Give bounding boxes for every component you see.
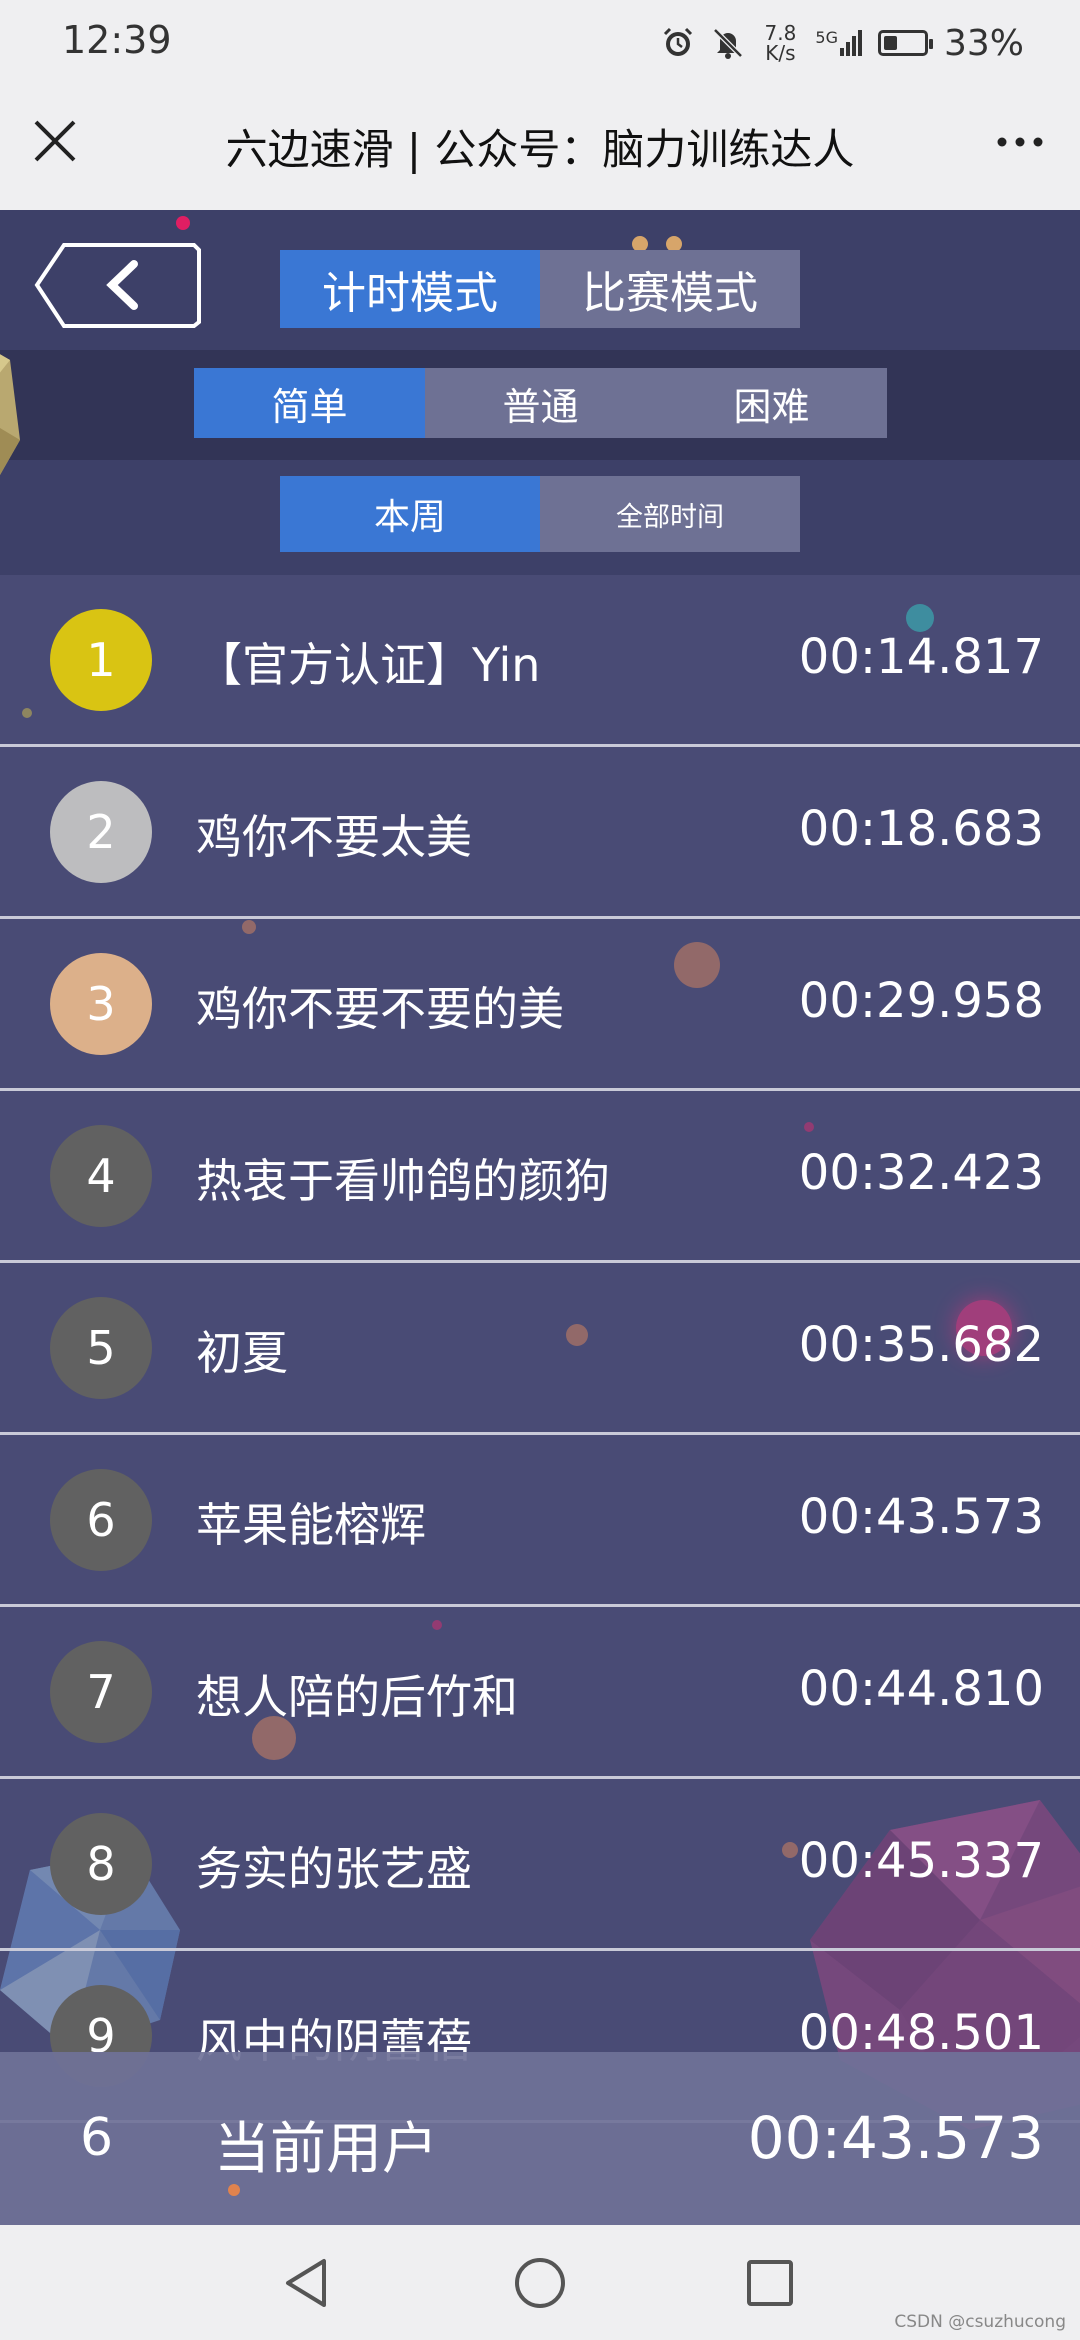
status-time: 12:39 [62, 18, 172, 62]
title-bar: 六边速滑 | 公众号：脑力训练达人 [0, 84, 1080, 211]
player-time: 00:18.683 [798, 801, 1044, 857]
leaderboard-row: 4 热衷于看帅鸽的颜狗 00:32.423 [0, 1091, 1080, 1263]
signal-icon: 5G [815, 30, 862, 56]
back-triangle-icon[interactable] [280, 2255, 336, 2311]
leaderboard-row: 7 想人陪的后竹和 00:44.810 [0, 1607, 1080, 1779]
close-icon[interactable] [28, 114, 82, 168]
alarm-icon [664, 27, 693, 56]
watermark: CSDN @csuzhucong [894, 2312, 1066, 2332]
rank-badge: 2 [50, 781, 152, 883]
player-time: 00:14.817 [798, 629, 1044, 685]
mode-tabs: 计时模式 比赛模式 [280, 250, 800, 328]
battery-fill [883, 36, 897, 50]
status-bar: 12:39 7.8 K/s 5G 33% [0, 0, 1080, 84]
page-title: 六边速滑 | 公众号：脑力训练达人 [225, 125, 855, 174]
leaderboard-row: 6 苹果能榕辉 00:43.573 [0, 1435, 1080, 1607]
player-name: 务实的张艺盛 [196, 1842, 472, 1896]
rank-badge: 4 [50, 1125, 152, 1227]
rank-badge: 8 [50, 1813, 152, 1915]
player-name: 苹果能榕辉 [196, 1498, 426, 1552]
tab-normal[interactable]: 普通 [425, 368, 656, 438]
net-speed-unit: K/s [765, 41, 796, 65]
battery-icon [877, 30, 933, 56]
tab-easy[interactable]: 简单 [194, 368, 425, 438]
back-arrow-icon [106, 260, 138, 310]
period-tabs: 本周 全部时间 [280, 476, 800, 552]
player-name: 鸡你不要太美 [196, 810, 472, 864]
player-name: 鸡你不要不要的美 [196, 982, 564, 1036]
current-user-name: 当前用户 [214, 2117, 438, 2182]
player-name: 想人陪的后竹和 [196, 1670, 518, 1724]
gold-planet-decoration [0, 354, 20, 475]
player-time: 00:32.423 [798, 1145, 1044, 1201]
player-time: 00:35.682 [798, 1317, 1044, 1373]
back-button[interactable] [34, 242, 202, 328]
difficulty-tabs: 简单 普通 困难 [194, 368, 887, 438]
leaderboard-row: 8 务实的张艺盛 00:45.337 [0, 1779, 1080, 1951]
player-time: 00:29.958 [798, 973, 1044, 1029]
rank-badge: 3 [50, 953, 152, 1055]
leaderboard-row: 3 鸡你不要不要的美 00:29.958 [0, 919, 1080, 1091]
system-nav-bar: CSDN @csuzhucong [0, 2225, 1080, 2340]
particle-decoration [176, 216, 190, 230]
recents-square-icon[interactable] [742, 2255, 798, 2311]
battery-percent: 33% [943, 22, 1024, 64]
net-speed: 7.8 K/s [761, 23, 799, 63]
tab-this-week[interactable]: 本周 [280, 476, 540, 552]
leaderboard-row: 2 鸡你不要太美 00:18.683 [0, 747, 1080, 919]
current-user-time: 00:43.573 [747, 2104, 1044, 2172]
player-name: 【官方认证】Yin [196, 638, 541, 692]
particle-decoration [228, 2184, 240, 2196]
current-user-bar: 6 当前用户 00:43.573 [0, 2052, 1080, 2225]
leaderboard-row: 5 初夏 00:35.682 [0, 1263, 1080, 1435]
rank-badge: 1 [50, 609, 152, 711]
signal-label: 5G [815, 28, 838, 47]
player-time: 00:43.573 [798, 1489, 1044, 1545]
tab-all-time[interactable]: 全部时间 [540, 476, 800, 552]
status-icons: 7.8 K/s 5G 33% [661, 18, 1024, 68]
net-speed-value: 7.8 [764, 21, 797, 45]
player-time: 00:45.337 [798, 1833, 1044, 1889]
current-user-rank: 6 [80, 2108, 114, 2168]
leaderboard-list[interactable]: 1 【官方认证】Yin 00:14.817 2 鸡你不要太美 00:18.683… [0, 575, 1080, 2123]
mute-icon [713, 28, 744, 59]
player-name: 初夏 [196, 1326, 288, 1380]
player-time: 00:44.810 [798, 1661, 1044, 1717]
tab-race-mode[interactable]: 比赛模式 [540, 250, 800, 328]
home-circle-icon[interactable] [512, 2255, 568, 2311]
player-name: 热衷于看帅鸽的颜狗 [196, 1154, 610, 1208]
more-icon[interactable] [990, 112, 1050, 172]
rank-badge: 5 [50, 1297, 152, 1399]
rank-badge: 7 [50, 1641, 152, 1743]
tab-hard[interactable]: 困难 [656, 368, 887, 438]
game-canvas: 计时模式 比赛模式 简单 普通 困难 本周 全部时间 1 【官方认证】Yin 0… [0, 210, 1080, 2225]
tab-timed-mode[interactable]: 计时模式 [280, 250, 540, 328]
leaderboard-row: 1 【官方认证】Yin 00:14.817 [0, 575, 1080, 747]
rank-badge: 6 [50, 1469, 152, 1571]
